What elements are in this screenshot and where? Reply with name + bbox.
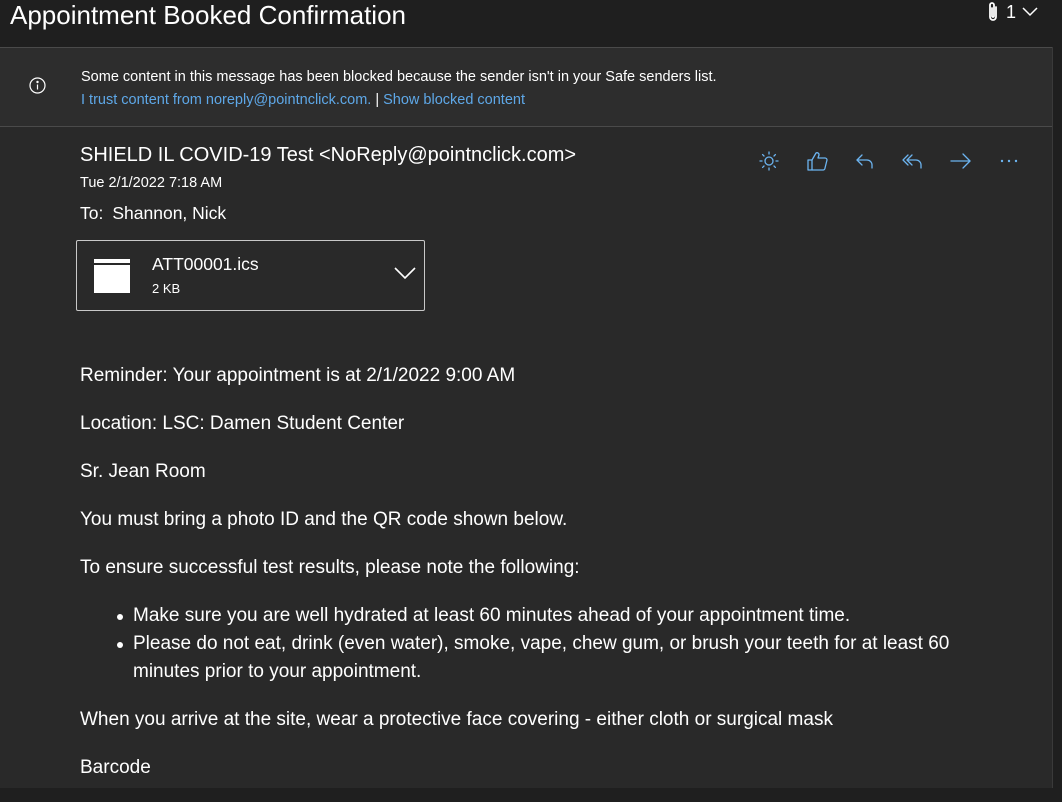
more-icon[interactable] — [997, 149, 1021, 173]
body-room: Sr. Jean Room — [80, 461, 206, 482]
message-body: Reminder: Your appointment is at 2/1/202… — [80, 362, 1010, 802]
recipients: To: Shannon, Nick — [80, 202, 226, 224]
chevron-down-icon[interactable] — [1022, 7, 1038, 17]
paperclip-icon — [986, 1, 1000, 23]
list-item: Please do not eat, drink (even water), s… — [117, 630, 1010, 686]
banner-message: Some content in this message has been bl… — [81, 69, 717, 85]
instructions-list: Make sure you are well hydrated at least… — [117, 602, 1010, 686]
reply-all-icon[interactable] — [901, 149, 925, 173]
attachment-count: 1 — [1005, 1, 1016, 22]
banner-links: I trust content from noreply@pointnclick… — [81, 91, 525, 109]
body-photo-id: You must bring a photo ID and the QR cod… — [80, 509, 568, 530]
body-reminder: Reminder: Your appointment is at 2/1/202… — [80, 365, 516, 386]
reply-icon[interactable] — [853, 149, 877, 173]
forward-icon[interactable] — [949, 149, 973, 173]
body-barcode-label: Barcode — [80, 757, 151, 778]
like-icon[interactable] — [805, 149, 829, 173]
to-recipients[interactable]: Shannon, Nick — [112, 203, 226, 223]
reading-pane: Appointment Booked Confirmation 1 Some c… — [0, 0, 1062, 788]
blocked-content-banner: Some content in this message has been bl… — [0, 47, 1052, 127]
scrollbar-track[interactable] — [1052, 47, 1062, 788]
attachment-size: 2 KB — [152, 281, 181, 296]
body-location: Location: LSC: Damen Student Center — [80, 413, 405, 434]
to-label: To: — [80, 203, 104, 223]
sent-date: Tue 2/1/2022 7:18 AM — [80, 175, 223, 191]
list-item: Make sure you are well hydrated at least… — [117, 602, 1010, 630]
trust-sender-link[interactable]: I trust content from noreply@pointnclick… — [81, 92, 371, 108]
sun-icon[interactable] — [757, 149, 781, 173]
attachment-indicator[interactable]: 1 — [986, 0, 1038, 24]
email-subject: Appointment Booked Confirmation — [10, 0, 407, 30]
message-actions — [757, 148, 1021, 174]
calendar-icon — [94, 259, 130, 298]
sender-name[interactable]: SHIELD IL COVID-19 Test <NoReply@pointnc… — [80, 142, 576, 168]
link-separator: | — [375, 92, 380, 108]
title-bar: Appointment Booked Confirmation 1 — [0, 0, 1062, 47]
attachment-card[interactable]: ATT00001.ics 2 KB — [76, 240, 425, 311]
show-blocked-content-link[interactable]: Show blocked content — [383, 92, 525, 108]
info-icon — [29, 77, 46, 99]
body-instructions-intro: To ensure successful test results, pleas… — [80, 557, 580, 578]
attachment-name: ATT00001.ics — [152, 254, 259, 274]
chevron-down-icon[interactable] — [394, 266, 416, 285]
body-face-covering: When you arrive at the site, wear a prot… — [80, 709, 833, 730]
